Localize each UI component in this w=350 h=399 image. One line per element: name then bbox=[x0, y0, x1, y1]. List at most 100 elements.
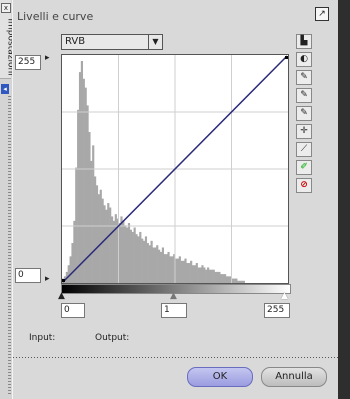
contrast-tool-icon[interactable]: ◐ bbox=[296, 52, 312, 67]
pencil-curve-icon[interactable]: ✐ bbox=[296, 160, 312, 175]
white-point-slider-icon[interactable]: ▲ bbox=[281, 292, 288, 301]
white-eyedropper-icon[interactable]: ✎ bbox=[296, 70, 312, 85]
histogram-bar bbox=[114, 214, 117, 283]
histogram-bar bbox=[225, 276, 229, 283]
histogram-bar bbox=[205, 269, 208, 283]
histogram-bar bbox=[169, 256, 172, 283]
histogram-bar bbox=[161, 247, 164, 283]
histogram-bar bbox=[156, 245, 159, 283]
close-panel-icon[interactable]: x bbox=[1, 3, 11, 13]
histogram-bar bbox=[197, 267, 200, 283]
histogram-bar bbox=[190, 260, 193, 283]
histogram-bar bbox=[133, 227, 136, 283]
dotted-divider bbox=[13, 357, 339, 358]
popout-icon[interactable]: ↗ bbox=[315, 7, 329, 21]
histogram-bar bbox=[176, 258, 180, 283]
histogram-bar bbox=[223, 274, 227, 283]
histogram-bar bbox=[78, 72, 82, 283]
levels-curves-panel: Livelli e curve ↗ RVB ▼ 255 0 ▸ ▸ ▲ ▲ ▲ … bbox=[12, 0, 339, 399]
settings-tab[interactable]: x Impostazioni bbox=[0, 0, 16, 79]
histogram-bar bbox=[126, 227, 129, 283]
histogram-bar bbox=[124, 225, 127, 283]
histogram-bar bbox=[214, 271, 217, 283]
histogram-bar bbox=[178, 256, 181, 283]
black-point-slider-icon[interactable]: ▲ bbox=[58, 292, 65, 301]
ok-button[interactable]: OK bbox=[187, 367, 253, 387]
histogram-bar bbox=[144, 236, 148, 283]
tool-column: ▙ ◐ ✎ ✎ ✎ ✛ ⟋ ✐ ⊘ bbox=[296, 34, 312, 196]
reset-icon[interactable]: ⊘ bbox=[296, 178, 312, 193]
input-white-field[interactable]: 255 bbox=[264, 303, 290, 318]
histogram-bar bbox=[141, 238, 144, 283]
output-max-marker-icon[interactable]: ▸ bbox=[45, 54, 50, 63]
histogram-bar bbox=[67, 265, 70, 283]
histogram-bar bbox=[227, 276, 230, 283]
channel-select-value: RVB bbox=[65, 36, 86, 47]
histogram-bar bbox=[218, 271, 221, 283]
output-min-marker-icon[interactable]: ▸ bbox=[45, 275, 50, 284]
chevron-down-icon[interactable]: ▼ bbox=[148, 35, 162, 49]
histogram-bar bbox=[158, 249, 161, 283]
output-min-field[interactable]: 0 bbox=[15, 268, 41, 283]
histogram-bar bbox=[95, 185, 99, 283]
input-label: Input: bbox=[29, 333, 56, 343]
histogram-bar bbox=[163, 254, 166, 283]
histogram-bar bbox=[99, 189, 102, 283]
histogram-bar bbox=[184, 258, 187, 283]
histogram-bar bbox=[131, 231, 134, 283]
histogram-bar bbox=[237, 280, 240, 283]
curve-tool-icon[interactable]: ⟋ bbox=[296, 142, 312, 157]
output-label: Output: bbox=[95, 333, 130, 343]
histogram-bar bbox=[242, 280, 245, 283]
histogram-bar bbox=[167, 251, 170, 283]
histogram-bar bbox=[137, 236, 140, 283]
histogram-bar bbox=[180, 260, 183, 283]
histogram-bar bbox=[69, 256, 72, 283]
histogram-bar bbox=[71, 243, 74, 283]
histogram-bar bbox=[75, 167, 78, 283]
input-black-field[interactable]: 0 bbox=[61, 303, 85, 318]
output-max-field[interactable]: 255 bbox=[15, 55, 41, 70]
curve-graph[interactable] bbox=[61, 54, 289, 284]
histogram-bar bbox=[150, 240, 153, 283]
panel-title: Livelli e curve bbox=[17, 10, 94, 23]
gamma-field[interactable]: 1 bbox=[161, 303, 187, 318]
histogram-bar bbox=[97, 194, 100, 283]
gray-eyedropper-icon[interactable]: ✎ bbox=[296, 88, 312, 103]
histogram-bar bbox=[152, 247, 155, 283]
histogram-bar bbox=[235, 278, 238, 283]
histogram-bar bbox=[122, 220, 125, 283]
histogram-bar bbox=[201, 265, 204, 283]
black-eyedropper-icon[interactable]: ✎ bbox=[296, 106, 312, 121]
histogram-bar bbox=[207, 267, 210, 283]
collapse-arrow-icon[interactable]: ◂ bbox=[1, 84, 9, 94]
histogram-bar bbox=[135, 234, 138, 283]
histogram-bar bbox=[80, 61, 84, 283]
histogram-bar bbox=[182, 260, 185, 283]
histogram-bar bbox=[239, 280, 242, 283]
histogram-bar bbox=[159, 251, 163, 283]
histogram-bar bbox=[148, 245, 151, 283]
histogram-bar bbox=[139, 231, 142, 283]
gamma-slider-icon[interactable]: ▲ bbox=[170, 292, 177, 301]
channel-select[interactable]: RVB ▼ bbox=[61, 34, 163, 50]
histogram-bar bbox=[193, 265, 197, 283]
crosshair-tool-icon[interactable]: ✛ bbox=[296, 124, 312, 139]
histogram-bar bbox=[195, 263, 198, 283]
histogram-bar bbox=[127, 223, 131, 283]
histogram-bar bbox=[73, 220, 76, 283]
histogram-bar bbox=[222, 274, 225, 283]
histogram-tool-icon[interactable]: ▙ bbox=[296, 34, 312, 49]
histogram-bar bbox=[90, 160, 93, 283]
histogram-bar bbox=[171, 256, 174, 283]
histogram-bar bbox=[216, 271, 219, 283]
histogram-bar bbox=[146, 243, 149, 283]
histogram-bar bbox=[208, 269, 212, 283]
cancel-button[interactable]: Annulla bbox=[261, 367, 327, 387]
histogram-bar bbox=[220, 274, 223, 283]
curve-start-point[interactable] bbox=[62, 279, 65, 282]
curve-end-point[interactable] bbox=[285, 56, 288, 59]
histogram-bar bbox=[203, 267, 206, 283]
histogram-bar bbox=[107, 203, 110, 283]
histogram-bar bbox=[240, 280, 244, 283]
